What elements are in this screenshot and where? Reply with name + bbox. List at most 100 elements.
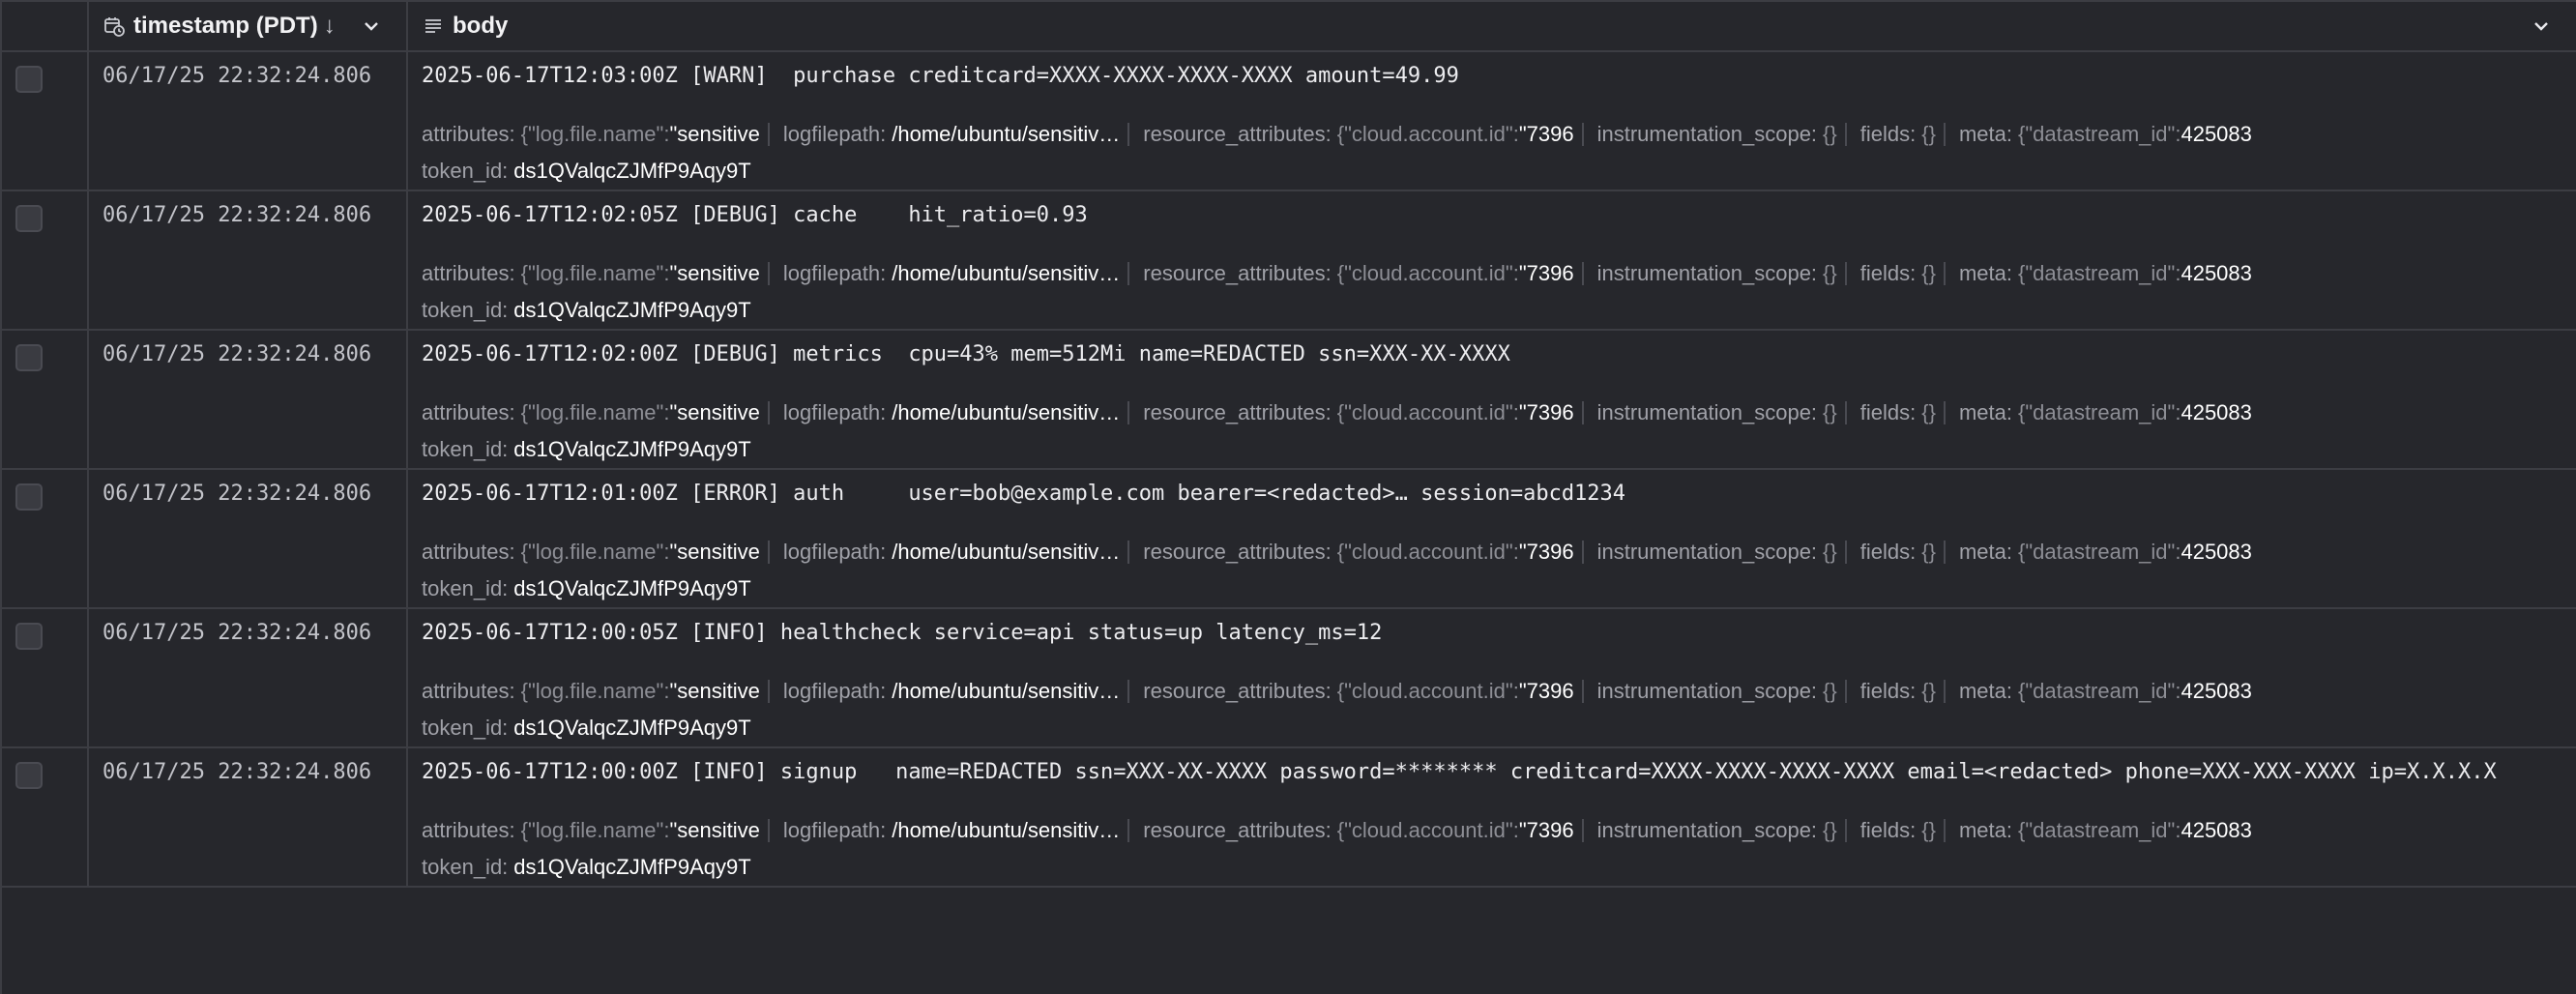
attr-value: "7396: [1518, 818, 1574, 842]
attr-logfilepath[interactable]: logfilepath: /home/ubuntu/sensitiv…: [783, 116, 1130, 153]
attr-value-key: {"datastream_id":: [2017, 679, 2181, 703]
attr-attributes[interactable]: attributes: {"log.file.name":"sensitive: [422, 255, 770, 292]
attr-token-id[interactable]: token_id: ds1QValqcZJMfP9Aqy9T: [422, 292, 751, 329]
attr-key: resource_attributes:: [1143, 818, 1332, 842]
log-table: timestamp (PDT) ↓ body 06/17/25 22:32:24…: [0, 0, 2576, 994]
attr-resource-attributes[interactable]: resource_attributes: {"cloud.account.id"…: [1143, 673, 1584, 710]
attr-fields[interactable]: fields: {}: [1860, 395, 1946, 431]
body-column-label: body: [453, 13, 509, 39]
attr-key: token_id:: [422, 716, 509, 740]
row-checkbox[interactable]: [15, 205, 43, 232]
timestamp-column-header[interactable]: timestamp (PDT) ↓: [89, 2, 408, 50]
attr-value: 425083: [2181, 818, 2252, 842]
attr-value: ds1QValqcZJMfP9Aqy9T: [513, 855, 751, 879]
attr-meta[interactable]: meta: {"datastream_id":425083: [1959, 395, 2252, 431]
attr-value-key: {"log.file.name":: [520, 818, 670, 842]
attr-instrumentation-scope[interactable]: instrumentation_scope: {}: [1597, 395, 1847, 431]
attr-key: token_id:: [422, 437, 509, 461]
attr-value: /home/ubuntu/sensitiv…: [892, 261, 1121, 285]
attr-instrumentation-scope[interactable]: instrumentation_scope: {}: [1597, 534, 1847, 570]
attr-key: logfilepath:: [782, 400, 887, 424]
attr-key: resource_attributes:: [1143, 122, 1332, 146]
attr-key: resource_attributes:: [1143, 261, 1332, 285]
attr-resource-attributes[interactable]: resource_attributes: {"cloud.account.id"…: [1143, 812, 1584, 849]
attr-fields[interactable]: fields: {}: [1860, 534, 1946, 570]
attr-value: ds1QValqcZJMfP9Aqy9T: [513, 716, 751, 740]
attr-meta[interactable]: meta: {"datastream_id":425083: [1959, 812, 2252, 849]
attr-instrumentation-scope[interactable]: instrumentation_scope: {}: [1597, 673, 1847, 710]
chevron-down-icon[interactable]: [2532, 16, 2551, 36]
table-row[interactable]: 06/17/25 22:32:24.806 2025-06-17T12:00:0…: [2, 748, 2576, 888]
table-row[interactable]: 06/17/25 22:32:24.806 2025-06-17T12:00:0…: [2, 609, 2576, 748]
attr-fields[interactable]: fields: {}: [1860, 255, 1946, 292]
log-attributes: attributes: {"log.file.name":"sensitive …: [422, 534, 2562, 607]
table-row[interactable]: 06/17/25 22:32:24.806 2025-06-17T12:02:0…: [2, 331, 2576, 470]
attr-attributes[interactable]: attributes: {"log.file.name":"sensitive: [422, 116, 770, 153]
attr-attributes[interactable]: attributes: {"log.file.name":"sensitive: [422, 534, 770, 570]
attr-value: {}: [1823, 818, 1837, 842]
divider: [1943, 401, 1946, 424]
attr-key: attributes:: [422, 261, 515, 285]
attr-attributes[interactable]: attributes: {"log.file.name":"sensitive: [422, 812, 770, 849]
body-column-header[interactable]: body: [408, 2, 2576, 50]
attr-resource-attributes[interactable]: resource_attributes: {"cloud.account.id"…: [1143, 116, 1584, 153]
attr-instrumentation-scope[interactable]: instrumentation_scope: {}: [1597, 812, 1847, 849]
attr-value: "sensitive: [669, 540, 760, 564]
attr-fields[interactable]: fields: {}: [1860, 116, 1946, 153]
row-checkbox[interactable]: [15, 66, 43, 93]
row-checkbox[interactable]: [15, 344, 43, 371]
divider: [1127, 819, 1130, 842]
attr-meta[interactable]: meta: {"datastream_id":425083: [1959, 673, 2252, 710]
attr-token-id[interactable]: token_id: ds1QValqcZJMfP9Aqy9T: [422, 710, 751, 746]
divider: [767, 680, 770, 703]
attr-logfilepath[interactable]: logfilepath: /home/ubuntu/sensitiv…: [783, 812, 1130, 849]
table-row[interactable]: 06/17/25 22:32:24.806 2025-06-17T12:03:0…: [2, 52, 2576, 191]
row-checkbox[interactable]: [15, 483, 43, 511]
log-attributes: attributes: {"log.file.name":"sensitive …: [422, 255, 2562, 329]
select-column-header: [2, 2, 89, 50]
log-attributes: attributes: {"log.file.name":"sensitive …: [422, 116, 2562, 190]
attr-logfilepath[interactable]: logfilepath: /home/ubuntu/sensitiv…: [783, 255, 1130, 292]
attr-token-id[interactable]: token_id: ds1QValqcZJMfP9Aqy9T: [422, 849, 751, 886]
attr-token-id[interactable]: token_id: ds1QValqcZJMfP9Aqy9T: [422, 153, 751, 190]
table-row[interactable]: 06/17/25 22:32:24.806 2025-06-17T12:02:0…: [2, 191, 2576, 331]
row-select-cell: [2, 331, 89, 468]
table-row[interactable]: 06/17/25 22:32:24.806 2025-06-17T12:01:0…: [2, 470, 2576, 609]
log-message: 2025-06-17T12:00:00Z [INFO] signup name=…: [422, 760, 2497, 784]
attr-key: instrumentation_scope:: [1596, 818, 1818, 842]
attr-attributes[interactable]: attributes: {"log.file.name":"sensitive: [422, 673, 770, 710]
attr-logfilepath[interactable]: logfilepath: /home/ubuntu/sensitiv…: [783, 534, 1130, 570]
divider: [1581, 819, 1584, 842]
attr-value-key: {"cloud.account.id":: [1336, 261, 1519, 285]
row-checkbox[interactable]: [15, 623, 43, 650]
attr-value: 425083: [2181, 400, 2252, 424]
attr-value-key: {"cloud.account.id":: [1336, 122, 1519, 146]
attr-fields[interactable]: fields: {}: [1860, 812, 1946, 849]
attr-attributes[interactable]: attributes: {"log.file.name":"sensitive: [422, 395, 770, 431]
attr-token-id[interactable]: token_id: ds1QValqcZJMfP9Aqy9T: [422, 431, 751, 468]
attr-key: instrumentation_scope:: [1596, 400, 1818, 424]
attr-instrumentation-scope[interactable]: instrumentation_scope: {}: [1597, 255, 1847, 292]
attr-value: ds1QValqcZJMfP9Aqy9T: [513, 159, 751, 183]
attr-logfilepath[interactable]: logfilepath: /home/ubuntu/sensitiv…: [783, 673, 1130, 710]
attr-resource-attributes[interactable]: resource_attributes: {"cloud.account.id"…: [1143, 255, 1584, 292]
divider: [1581, 262, 1584, 285]
attr-value: "sensitive: [669, 261, 760, 285]
attr-fields[interactable]: fields: {}: [1860, 673, 1946, 710]
attr-resource-attributes[interactable]: resource_attributes: {"cloud.account.id"…: [1143, 395, 1584, 431]
attr-resource-attributes[interactable]: resource_attributes: {"cloud.account.id"…: [1143, 534, 1584, 570]
attr-value: {}: [1823, 679, 1837, 703]
attr-meta[interactable]: meta: {"datastream_id":425083: [1959, 255, 2252, 292]
attr-token-id[interactable]: token_id: ds1QValqcZJMfP9Aqy9T: [422, 570, 751, 607]
attr-value: ds1QValqcZJMfP9Aqy9T: [513, 576, 751, 600]
attr-meta[interactable]: meta: {"datastream_id":425083: [1959, 116, 2252, 153]
row-select-cell: [2, 609, 89, 746]
sort-descending-icon[interactable]: ↓: [324, 13, 336, 40]
row-checkbox[interactable]: [15, 762, 43, 789]
divider: [1943, 262, 1946, 285]
chevron-down-icon[interactable]: [362, 16, 381, 36]
attr-instrumentation-scope[interactable]: instrumentation_scope: {}: [1597, 116, 1847, 153]
attr-value-key: {"datastream_id":: [2017, 818, 2181, 842]
attr-logfilepath[interactable]: logfilepath: /home/ubuntu/sensitiv…: [782, 395, 1130, 431]
attr-meta[interactable]: meta: {"datastream_id":425083: [1959, 534, 2252, 570]
